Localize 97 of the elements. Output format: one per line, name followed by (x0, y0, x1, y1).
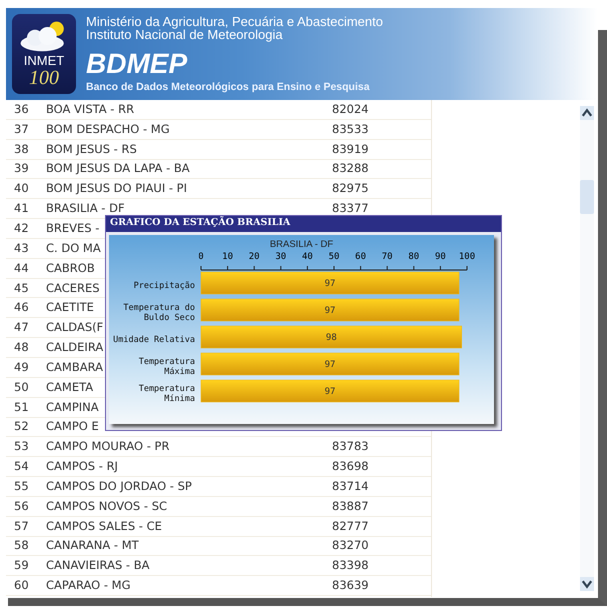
station-name: CACERES (46, 282, 100, 295)
station-name: CAMBARA (46, 360, 103, 374)
row-number: 39 (14, 162, 29, 176)
station-name: CALDEIRA (46, 341, 104, 354)
chart-title: BRASILIA - DF (270, 239, 334, 250)
site-title: BDMEP (86, 46, 188, 80)
category-label: Umidade Relativa (112, 334, 196, 346)
logo-number: 100 (29, 68, 59, 88)
tick-label: 0 (199, 252, 204, 262)
row-number: 37 (14, 122, 29, 136)
station-code: 83783 (332, 440, 369, 454)
station-name: BOM JESUS DO PIAUI - PI (46, 182, 187, 196)
row-number: 58 (14, 539, 29, 552)
tick-label: 20 (248, 252, 260, 262)
station-name: CAMPOS NOVOS - SC (46, 500, 168, 513)
station-name: CALDAS(F (46, 321, 104, 334)
tick-label: 70 (382, 252, 393, 262)
window-title: GRAFICO DA ESTAÇÃO BRASILIA (106, 216, 501, 232)
tick-label: 30 (275, 252, 286, 262)
station-code: 82975 (332, 182, 369, 196)
station-name: CAMETA (46, 380, 94, 394)
category-label: Temperatura do Buldo Seco (122, 302, 196, 324)
station-name: BREVES - (46, 222, 100, 235)
tick-label: 60 (355, 252, 366, 262)
row-number: 47 (14, 321, 29, 334)
row-number: 51 (14, 400, 29, 414)
station-code: 83398 (332, 559, 369, 572)
scrollbar[interactable] (580, 106, 594, 591)
tick-label: 80 (408, 252, 420, 262)
station-name: CANAVIEIRAS - BA (46, 559, 150, 572)
institute-name: Instituto Nacional de Meteorologia (86, 28, 284, 40)
bar-value: 97 (324, 387, 336, 397)
bar-value: 97 (324, 306, 336, 316)
row-number: 46 (14, 301, 29, 314)
station-name: CAPARAO - MG (46, 579, 130, 592)
station-name: BOM JESUS - RS (46, 142, 137, 156)
scroll-down-button[interactable] (580, 577, 594, 591)
row-number: 60 (14, 579, 29, 592)
station-name: CAMPO E (46, 420, 99, 434)
station-name: BOM DESPACHO - MG (46, 122, 170, 136)
row-number: 36 (14, 102, 29, 116)
bar-value: 98 (326, 333, 337, 343)
station-code: 83714 (332, 480, 369, 493)
station-code: 83377 (332, 202, 369, 216)
tick-label: 100 (458, 252, 476, 262)
station-name: CAMPOS SALES - CE (46, 520, 162, 533)
category-label: Precipitação (132, 280, 196, 292)
scroll-up-button[interactable] (580, 106, 594, 120)
row-number: 49 (14, 360, 29, 374)
station-code: 83288 (332, 162, 369, 176)
logo-text: INMET (24, 54, 64, 68)
station-name: CAETITE (46, 301, 94, 314)
row-number: 52 (14, 420, 29, 434)
bar-value: 97 (324, 360, 336, 370)
station-name: CAMPOS - RJ (46, 460, 118, 474)
row-number: 55 (14, 480, 29, 493)
station-code: 83887 (332, 500, 369, 513)
row-number: 42 (14, 222, 29, 235)
row-number: 54 (14, 460, 29, 474)
ministry-name: Ministério da Agricultura, Pecuária e Abastecimento (86, 14, 383, 28)
station-name: BOM JESUS DA LAPA - BA (46, 162, 190, 176)
station-code: 83533 (332, 122, 369, 136)
category-label: Temperatura Máxima (138, 356, 196, 378)
row-number: 48 (14, 341, 29, 354)
station-code: 83919 (332, 142, 369, 156)
row-number: 57 (14, 520, 29, 533)
row-number: 43 (14, 242, 29, 255)
row-number: 40 (14, 182, 29, 196)
station-name: CANARANA - MT (46, 539, 139, 552)
station-code: 83270 (332, 539, 369, 552)
station-name: CAMPINA (46, 400, 99, 414)
tick-label: 10 (222, 252, 234, 262)
station-code: 83639 (332, 579, 369, 592)
scroll-thumb[interactable] (580, 180, 594, 214)
station-name: BOA VISTA - RR (46, 102, 134, 116)
tick-label: 50 (328, 252, 340, 262)
station-code: 82024 (332, 102, 369, 116)
row-number: 38 (14, 142, 29, 156)
tick-label: 40 (302, 252, 313, 262)
tick-label: 90 (434, 252, 446, 262)
station-code: 83698 (332, 460, 369, 474)
row-number: 53 (14, 440, 29, 454)
row-number: 59 (14, 559, 29, 572)
row-number: 56 (14, 500, 29, 513)
station-name: CAMPOS DO JORDAO - SP (46, 480, 192, 493)
site-subtitle: Banco de Dados Meteorológicos para Ensino e Pesquisa (86, 80, 371, 94)
station-name: C. DO MA (46, 242, 101, 255)
station-name: CABROB (46, 262, 95, 275)
bar-value: 97 (324, 279, 336, 289)
station-name: BRASILIA - DF (46, 202, 125, 216)
station-name: CAMPO MOURAO - PR (46, 440, 170, 454)
station-code: 82777 (332, 520, 369, 533)
row-number: 41 (14, 202, 29, 216)
row-number: 50 (14, 380, 29, 394)
row-number: 45 (14, 282, 29, 295)
row-number: 44 (14, 262, 29, 275)
category-label: Temperatura Mínima (138, 382, 196, 406)
